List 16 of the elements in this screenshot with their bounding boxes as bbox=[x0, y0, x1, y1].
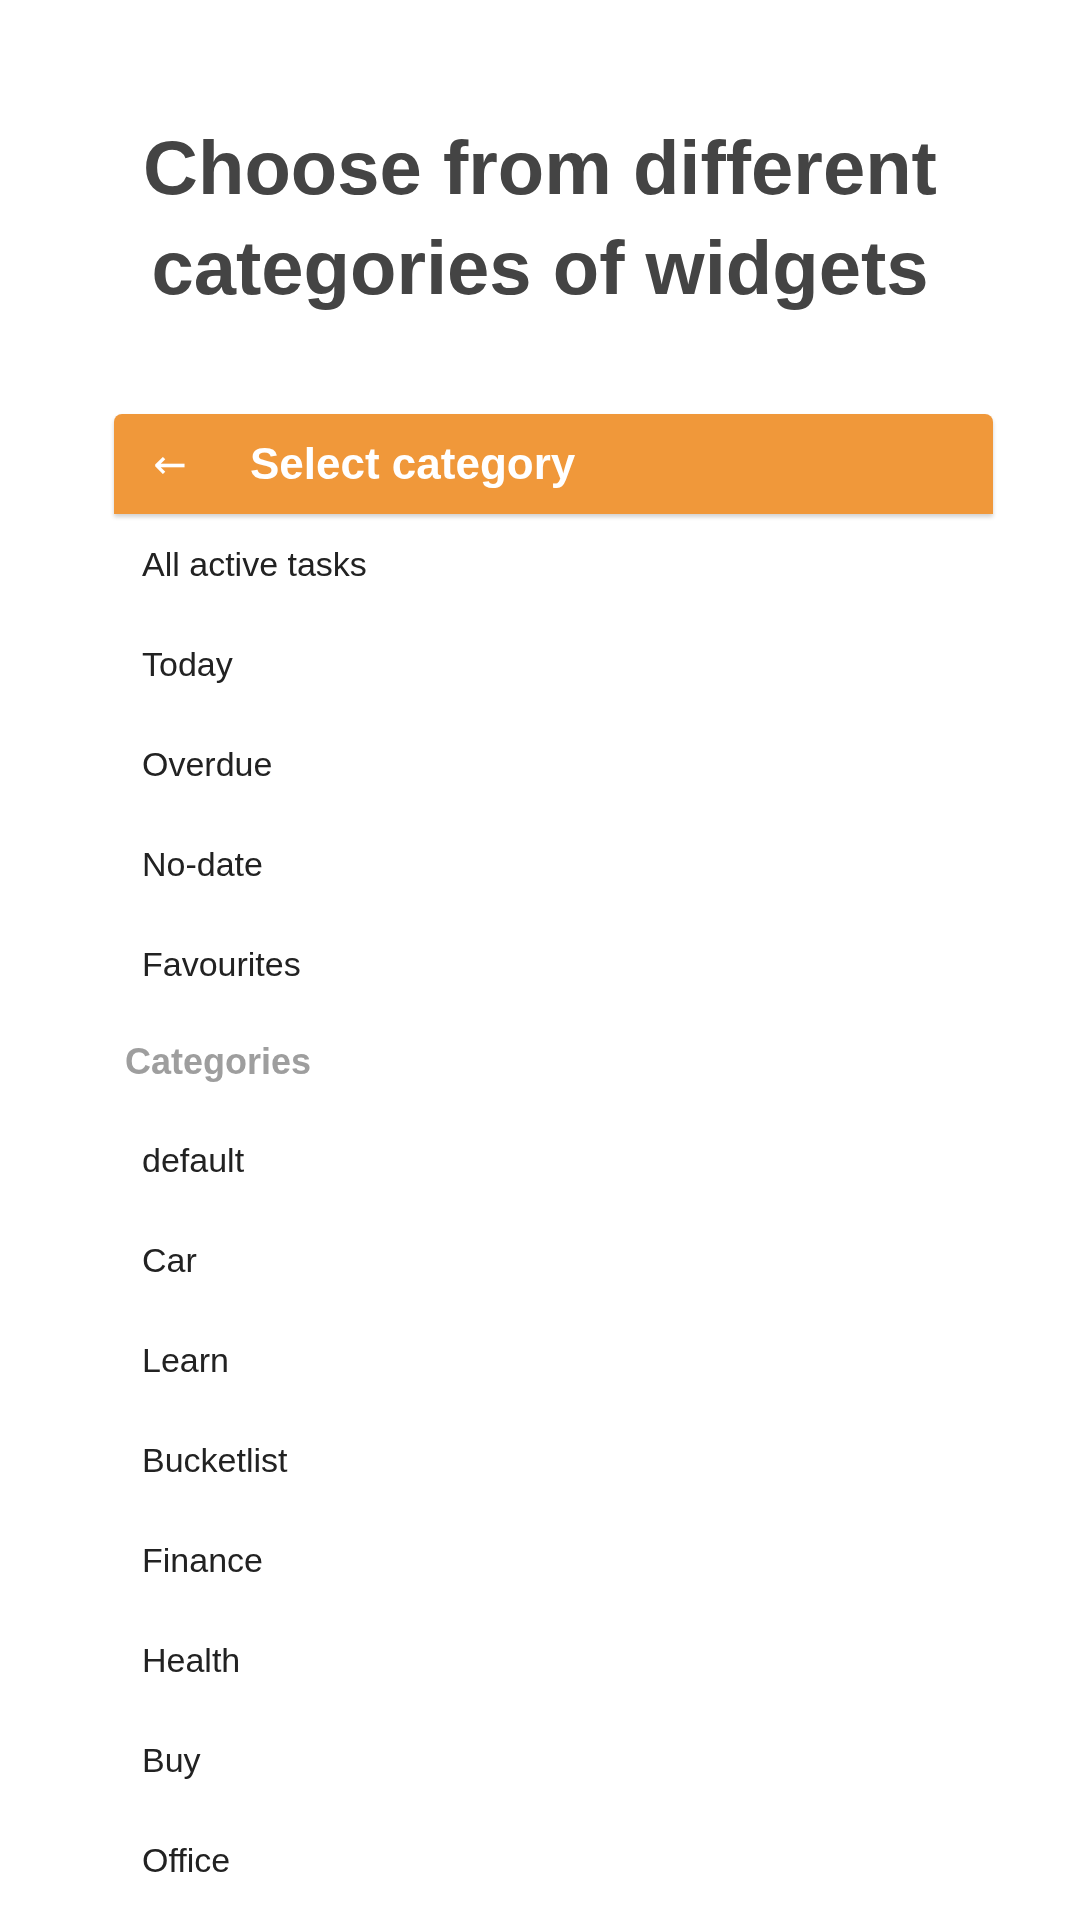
category-item[interactable]: Health bbox=[114, 1610, 993, 1710]
category-item[interactable]: Today bbox=[114, 614, 993, 714]
category-item[interactable]: Learn bbox=[114, 1310, 993, 1410]
category-item[interactable]: default bbox=[114, 1110, 993, 1210]
category-item[interactable]: Favourites bbox=[114, 914, 993, 1014]
section-header: Categories bbox=[124, 1040, 313, 1084]
app-bar-title: Select category bbox=[250, 439, 576, 489]
category-item[interactable]: All active tasks bbox=[114, 514, 993, 614]
category-item[interactable]: Bucketlist bbox=[114, 1410, 993, 1510]
category-item[interactable]: Office bbox=[114, 1810, 993, 1910]
category-item[interactable]: Finance bbox=[114, 1510, 993, 1610]
category-item[interactable]: No-date bbox=[114, 814, 993, 914]
headline: Choose from different categories of widgets bbox=[142, 124, 938, 312]
category-item[interactable]: Buy bbox=[114, 1710, 993, 1810]
category-item[interactable]: Car bbox=[114, 1210, 993, 1310]
category-item[interactable]: Overdue bbox=[114, 714, 993, 814]
